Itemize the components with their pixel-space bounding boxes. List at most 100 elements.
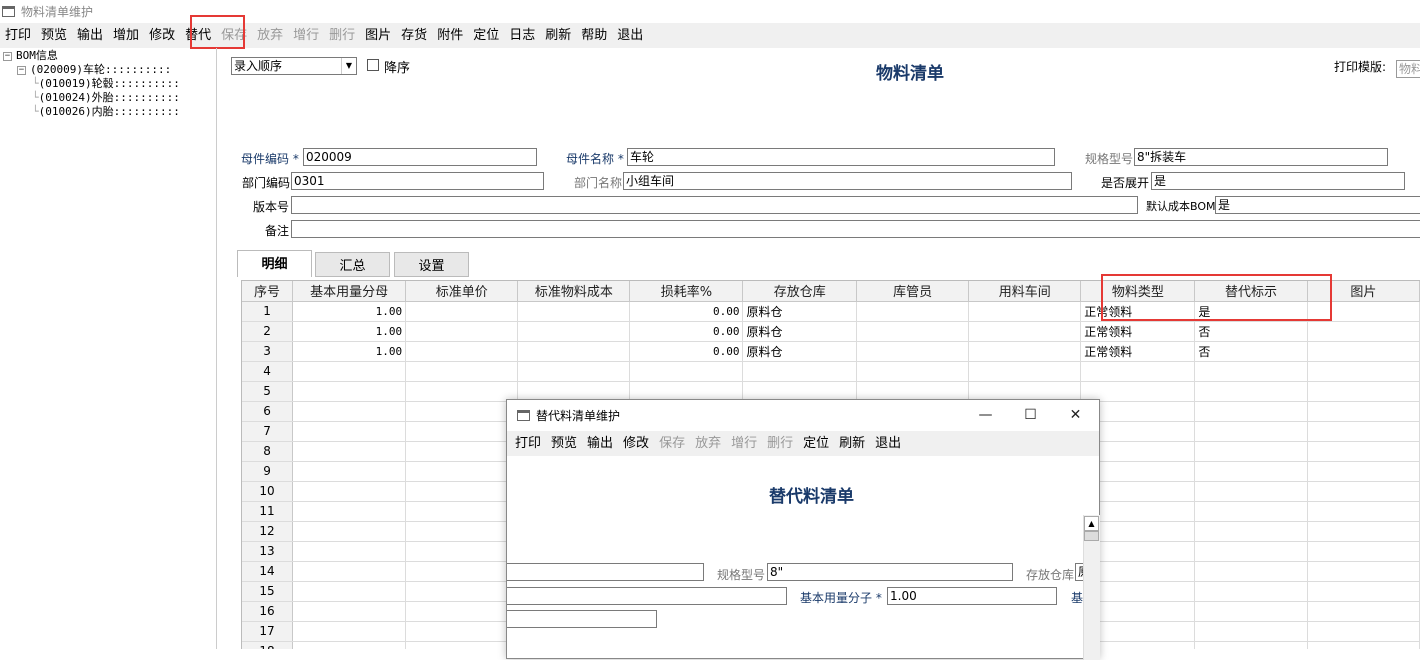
dialog-scrollbar[interactable]: ▲ [1083,515,1100,660]
grid-cell[interactable] [856,381,970,402]
grid-cell[interactable] [1194,561,1308,582]
toolbar-button-9[interactable]: 删行 [324,23,360,48]
grid-cell[interactable] [856,341,970,362]
grid-cell[interactable] [1194,541,1308,562]
toolbar-button-15[interactable]: 刷新 [540,23,576,48]
grid-cell[interactable] [405,301,519,322]
print-template-select[interactable]: 物料 [1396,60,1420,78]
grid-cell[interactable] [405,641,519,649]
grid-cell[interactable] [1194,621,1308,642]
grid-cell[interactable] [856,301,970,322]
table-row[interactable]: 5 [242,381,1420,402]
toolbar-button-4[interactable]: 修改 [144,23,180,48]
grid-cell[interactable]: 0.00 [629,321,744,342]
toolbar-button-1[interactable]: 预览 [36,23,72,48]
grid-cell[interactable] [292,481,407,502]
dept-code-field[interactable]: 0301 [291,172,544,190]
grid-cell[interactable] [1194,441,1308,462]
chevron-down-icon[interactable]: ▼ [341,58,356,74]
grid-column-header[interactable]: 库管员 [856,281,970,302]
grid-cell[interactable]: 原料仓 [742,301,857,322]
grid-cell[interactable] [1194,641,1308,649]
grid-cell[interactable] [629,361,744,382]
grid-column-header[interactable]: 标准单价 [405,281,519,302]
table-row[interactable]: 4 [242,361,1420,382]
grid-cell[interactable] [405,401,519,422]
grid-cell[interactable] [405,521,519,542]
grid-cell[interactable]: 1.00 [292,321,407,342]
grid-cell[interactable] [405,581,519,602]
grid-cell[interactable] [1194,481,1308,502]
grid-cell[interactable] [517,381,631,402]
maximize-icon[interactable]: ☐ [1008,400,1053,430]
grid-cell[interactable] [1194,501,1308,522]
toolbar-button-5[interactable]: 替代 [180,23,216,48]
dialog-toolbar-button-0[interactable]: 打印 [510,431,546,456]
grid-cell[interactable] [405,461,519,482]
grid-cell[interactable] [1194,581,1308,602]
toolbar-button-0[interactable]: 打印 [0,23,36,48]
tree-root[interactable]: − BOM信息 [3,49,58,63]
grid-cell[interactable] [1194,601,1308,622]
dialog-toolbar-button-8[interactable]: 定位 [798,431,834,456]
grid-cell[interactable] [1194,381,1308,402]
grid-cell[interactable] [1307,401,1420,422]
dialog-spec-field[interactable]: 8" [767,563,1013,581]
grid-cell[interactable] [1307,461,1420,482]
table-row[interactable]: 1 1.00 0.00 原料仓 正常领料是 [242,301,1420,322]
grid-cell[interactable] [405,501,519,522]
grid-cell[interactable]: 否 [1194,321,1308,342]
grid-cell[interactable] [1307,481,1420,502]
toolbar-button-3[interactable]: 增加 [108,23,144,48]
grid-cell[interactable] [517,321,631,342]
grid-cell[interactable] [742,361,857,382]
grid-cell[interactable] [856,321,970,342]
collapse-icon[interactable]: − [3,51,12,61]
grid-cell[interactable]: 否 [1194,341,1308,362]
grid-cell[interactable] [1307,441,1420,462]
default-cost-field[interactable]: 是 [1215,196,1420,214]
dialog-toolbar-button-6[interactable]: 增行 [726,431,762,456]
scroll-thumb[interactable] [1084,531,1099,541]
grid-cell[interactable] [1194,521,1308,542]
grid-column-header[interactable]: 序号 [242,281,294,302]
grid-cell[interactable] [292,501,407,522]
grid-column-header[interactable]: 损耗率% [629,281,744,302]
grid-cell[interactable] [292,621,407,642]
grid-cell[interactable] [405,341,519,362]
descending-checkbox[interactable] [367,59,379,71]
dialog-field-c[interactable] [507,610,657,628]
grid-cell[interactable] [405,361,519,382]
grid-column-header[interactable]: 替代标示 [1194,281,1308,302]
dialog-toolbar-button-3[interactable]: 修改 [618,431,654,456]
parent-name-field[interactable]: 车轮 [627,148,1055,166]
grid-cell[interactable]: 0.00 [629,341,744,362]
expand-field[interactable]: 是 [1151,172,1405,190]
grid-cell[interactable] [405,541,519,562]
spec-field[interactable]: 8"拆装车 [1134,148,1388,166]
grid-cell[interactable] [856,361,970,382]
grid-cell[interactable] [405,481,519,502]
grid-cell[interactable] [1307,321,1420,342]
toolbar-button-2[interactable]: 输出 [72,23,108,48]
parent-code-field[interactable]: 020009 [303,148,537,166]
grid-cell[interactable]: 1.00 [292,301,407,322]
close-icon[interactable]: ✕ [1053,400,1098,430]
grid-cell[interactable] [517,361,631,382]
minimize-icon[interactable]: — [963,400,1008,430]
grid-cell[interactable] [292,361,407,382]
collapse-icon[interactable]: − [17,65,26,75]
dialog-toolbar-button-7[interactable]: 删行 [762,431,798,456]
grid-cell[interactable] [517,301,631,322]
grid-cell[interactable] [405,621,519,642]
grid-cell[interactable] [405,561,519,582]
grid-cell[interactable] [1307,421,1420,442]
tree-item-parent[interactable]: − (020009)车轮:::::::::: [17,63,171,77]
toolbar-button-17[interactable]: 退出 [612,23,648,48]
dialog-field-b[interactable] [507,587,787,605]
grid-cell[interactable] [292,521,407,542]
grid-cell[interactable] [1194,461,1308,482]
grid-cell[interactable] [1194,361,1308,382]
scroll-up-icon[interactable]: ▲ [1084,516,1099,531]
toolbar-button-13[interactable]: 定位 [468,23,504,48]
